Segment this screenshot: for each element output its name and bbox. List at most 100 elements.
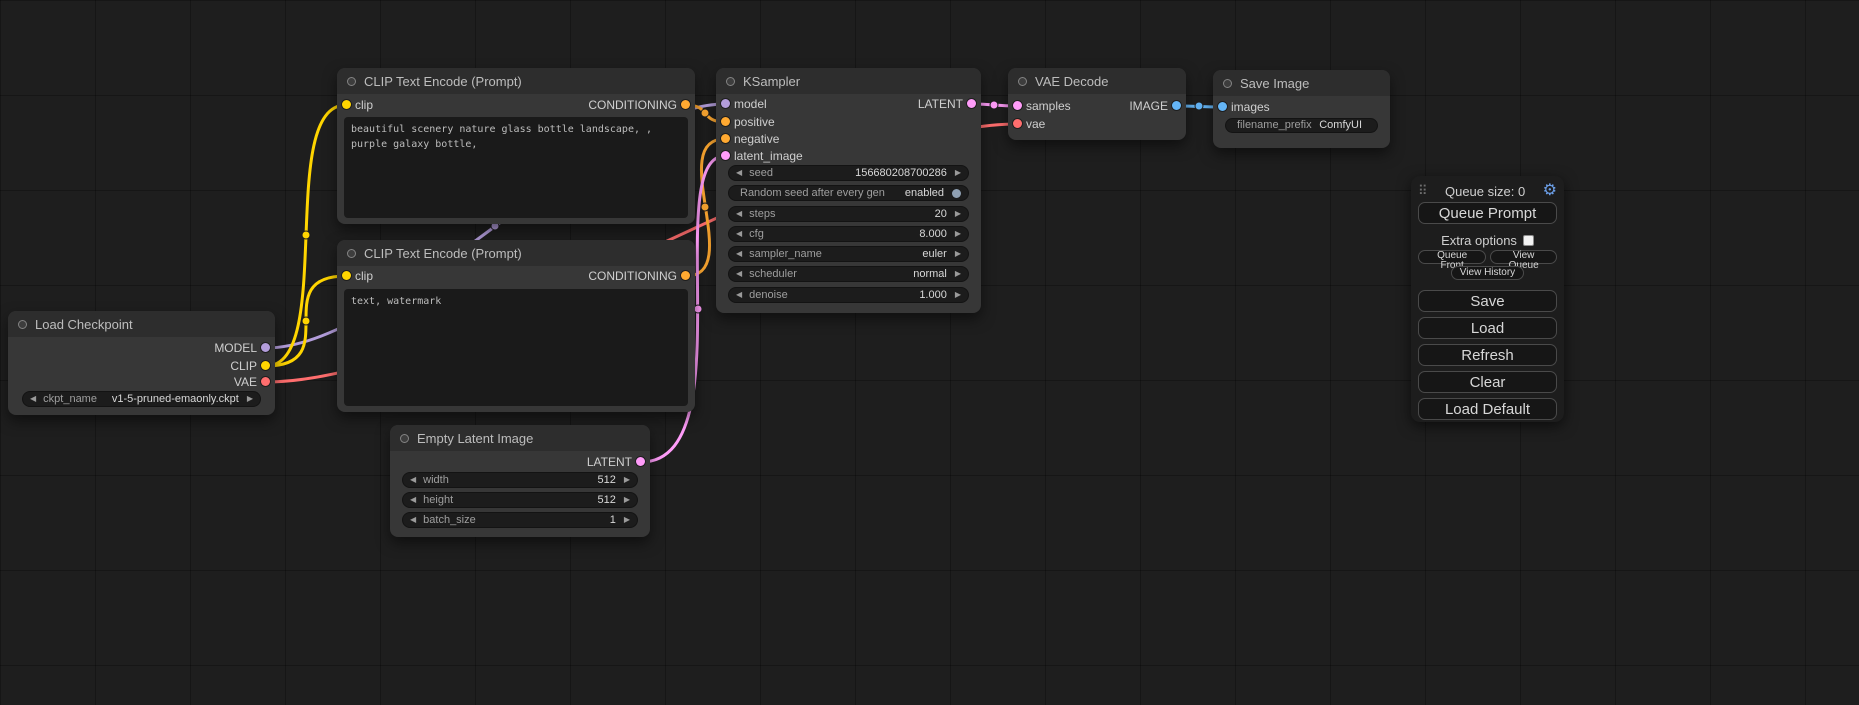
widget-value[interactable]: 512 bbox=[597, 495, 615, 506]
combo-left-arrow-icon[interactable]: ◀ bbox=[30, 395, 36, 403]
widget-value[interactable]: normal bbox=[913, 269, 947, 280]
widget-value[interactable]: euler bbox=[922, 249, 946, 260]
widget-value[interactable]: 1.000 bbox=[919, 290, 947, 301]
node-vae-decode[interactable]: VAE Decode samples vae IMAGE bbox=[1008, 68, 1186, 140]
collapse-icon[interactable] bbox=[18, 320, 27, 329]
decrement-arrow-icon[interactable]: ◀ bbox=[410, 516, 416, 524]
increment-arrow-icon[interactable]: ▶ bbox=[955, 291, 961, 299]
node-clip-text-encode-negative[interactable]: CLIP Text Encode (Prompt) clip CONDITION… bbox=[337, 240, 695, 412]
node-empty-latent-image[interactable]: Empty Latent Image LATENT ◀ width 512 ▶ … bbox=[390, 425, 650, 537]
increment-arrow-icon[interactable]: ▶ bbox=[624, 476, 630, 484]
decrement-arrow-icon[interactable]: ◀ bbox=[410, 476, 416, 484]
decrement-arrow-icon[interactable]: ◀ bbox=[736, 169, 742, 177]
collapse-icon[interactable] bbox=[1018, 77, 1027, 86]
refresh-button[interactable]: Refresh bbox=[1418, 344, 1557, 366]
combo-right-arrow-icon[interactable]: ▶ bbox=[955, 270, 961, 278]
node-title-bar[interactable]: Empty Latent Image bbox=[390, 425, 650, 451]
widget-value[interactable]: ComfyUI bbox=[1319, 120, 1362, 131]
combo-left-arrow-icon[interactable]: ◀ bbox=[736, 250, 742, 258]
queue-front-button[interactable]: Queue Front bbox=[1418, 250, 1486, 264]
output-dot-conditioning[interactable] bbox=[681, 271, 690, 280]
output-dot-image[interactable] bbox=[1172, 101, 1181, 110]
widget-value[interactable]: 1 bbox=[610, 515, 616, 526]
seed-widget[interactable]: ◀ seed 156680208700286 ▶ bbox=[728, 165, 969, 181]
increment-arrow-icon[interactable]: ▶ bbox=[955, 230, 961, 238]
input-dot-samples[interactable] bbox=[1013, 101, 1022, 110]
node-ksampler[interactable]: KSampler model positive negative latent_… bbox=[716, 68, 981, 313]
input-dot-positive[interactable] bbox=[721, 117, 730, 126]
cfg-widget[interactable]: ◀ cfg 8.000 ▶ bbox=[728, 226, 969, 242]
random-seed-toggle-widget[interactable]: Random seed after every gen enabled bbox=[728, 185, 969, 201]
combo-right-arrow-icon[interactable]: ▶ bbox=[955, 250, 961, 258]
scheduler-widget[interactable]: ◀ scheduler normal ▶ bbox=[728, 266, 969, 282]
toggle-knob-icon[interactable] bbox=[952, 189, 961, 198]
view-history-button[interactable]: View History bbox=[1451, 266, 1524, 280]
widget-value[interactable]: 512 bbox=[597, 475, 615, 486]
node-title-bar[interactable]: KSampler bbox=[716, 68, 981, 94]
increment-arrow-icon[interactable]: ▶ bbox=[955, 169, 961, 177]
settings-gear-icon[interactable]: ⚙ bbox=[1543, 183, 1557, 199]
output-dot-conditioning[interactable] bbox=[681, 100, 690, 109]
input-dot-images[interactable] bbox=[1218, 102, 1227, 111]
node-title-bar[interactable]: CLIP Text Encode (Prompt) bbox=[337, 240, 695, 266]
output-label-image: IMAGE bbox=[1129, 99, 1168, 113]
input-dot-clip[interactable] bbox=[342, 100, 351, 109]
input-dot-vae[interactable] bbox=[1013, 119, 1022, 128]
input-dot-latent-image[interactable] bbox=[721, 151, 730, 160]
output-dot-clip[interactable] bbox=[261, 361, 270, 370]
widget-value[interactable]: v1-5-pruned-emaonly.ckpt bbox=[112, 394, 239, 405]
denoise-widget[interactable]: ◀ denoise 1.000 ▶ bbox=[728, 287, 969, 303]
node-title-bar[interactable]: Load Checkpoint bbox=[8, 311, 275, 337]
collapse-icon[interactable] bbox=[400, 434, 409, 443]
combo-left-arrow-icon[interactable]: ◀ bbox=[736, 270, 742, 278]
node-load-checkpoint[interactable]: Load Checkpoint MODEL CLIP VAE ◀ ckpt_na… bbox=[8, 311, 275, 415]
save-button[interactable]: Save bbox=[1418, 290, 1557, 312]
collapse-icon[interactable] bbox=[726, 77, 735, 86]
node-title-text: CLIP Text Encode (Prompt) bbox=[364, 246, 522, 261]
node-clip-text-encode-positive[interactable]: CLIP Text Encode (Prompt) clip CONDITION… bbox=[337, 68, 695, 224]
input-dot-negative[interactable] bbox=[721, 134, 730, 143]
node-title-bar[interactable]: CLIP Text Encode (Prompt) bbox=[337, 68, 695, 94]
input-dot-model[interactable] bbox=[721, 99, 730, 108]
increment-arrow-icon[interactable]: ▶ bbox=[624, 496, 630, 504]
load-button[interactable]: Load bbox=[1418, 317, 1557, 339]
load-default-button[interactable]: Load Default bbox=[1418, 398, 1557, 420]
widget-value[interactable]: 8.000 bbox=[919, 229, 947, 240]
sampler-name-widget[interactable]: ◀ sampler_name euler ▶ bbox=[728, 246, 969, 262]
node-title-bar[interactable]: VAE Decode bbox=[1008, 68, 1186, 94]
batch-size-widget[interactable]: ◀ batch_size 1 ▶ bbox=[402, 512, 638, 528]
output-dot-latent[interactable] bbox=[636, 457, 645, 466]
collapse-icon[interactable] bbox=[347, 77, 356, 86]
decrement-arrow-icon[interactable]: ◀ bbox=[736, 291, 742, 299]
extra-options-checkbox[interactable] bbox=[1523, 235, 1534, 246]
ckpt-name-widget[interactable]: ◀ ckpt_name v1-5-pruned-emaonly.ckpt ▶ bbox=[22, 391, 261, 407]
negative-prompt-textarea[interactable]: text, watermark bbox=[344, 289, 688, 406]
widget-value[interactable]: 156680208700286 bbox=[855, 168, 947, 179]
widget-value[interactable]: 20 bbox=[935, 209, 947, 220]
collapse-icon[interactable] bbox=[1223, 79, 1232, 88]
queue-prompt-button[interactable]: Queue Prompt bbox=[1418, 202, 1557, 224]
view-queue-button[interactable]: View Queue bbox=[1490, 250, 1557, 264]
output-dot-vae[interactable] bbox=[261, 377, 270, 386]
node-title-bar[interactable]: Save Image bbox=[1213, 70, 1390, 96]
collapse-icon[interactable] bbox=[347, 249, 356, 258]
node-save-image[interactable]: Save Image images filename_prefix ComfyU… bbox=[1213, 70, 1390, 148]
filename-prefix-widget[interactable]: filename_prefix ComfyUI bbox=[1225, 118, 1378, 133]
positive-prompt-textarea[interactable]: beautiful scenery nature glass bottle la… bbox=[344, 117, 688, 218]
node-graph-canvas[interactable]: Load Checkpoint MODEL CLIP VAE ◀ ckpt_na… bbox=[0, 0, 1859, 705]
clear-button[interactable]: Clear bbox=[1418, 371, 1557, 393]
increment-arrow-icon[interactable]: ▶ bbox=[955, 210, 961, 218]
steps-widget[interactable]: ◀ steps 20 ▶ bbox=[728, 206, 969, 222]
decrement-arrow-icon[interactable]: ◀ bbox=[736, 210, 742, 218]
output-dot-model[interactable] bbox=[261, 343, 270, 352]
widget-value[interactable]: enabled bbox=[905, 188, 944, 199]
decrement-arrow-icon[interactable]: ◀ bbox=[736, 230, 742, 238]
combo-right-arrow-icon[interactable]: ▶ bbox=[247, 395, 253, 403]
height-widget[interactable]: ◀ height 512 ▶ bbox=[402, 492, 638, 508]
input-dot-clip[interactable] bbox=[342, 271, 351, 280]
increment-arrow-icon[interactable]: ▶ bbox=[624, 516, 630, 524]
drag-handle-icon[interactable]: ⠿ bbox=[1418, 183, 1428, 199]
width-widget[interactable]: ◀ width 512 ▶ bbox=[402, 472, 638, 488]
decrement-arrow-icon[interactable]: ◀ bbox=[410, 496, 416, 504]
output-dot-latent[interactable] bbox=[967, 99, 976, 108]
